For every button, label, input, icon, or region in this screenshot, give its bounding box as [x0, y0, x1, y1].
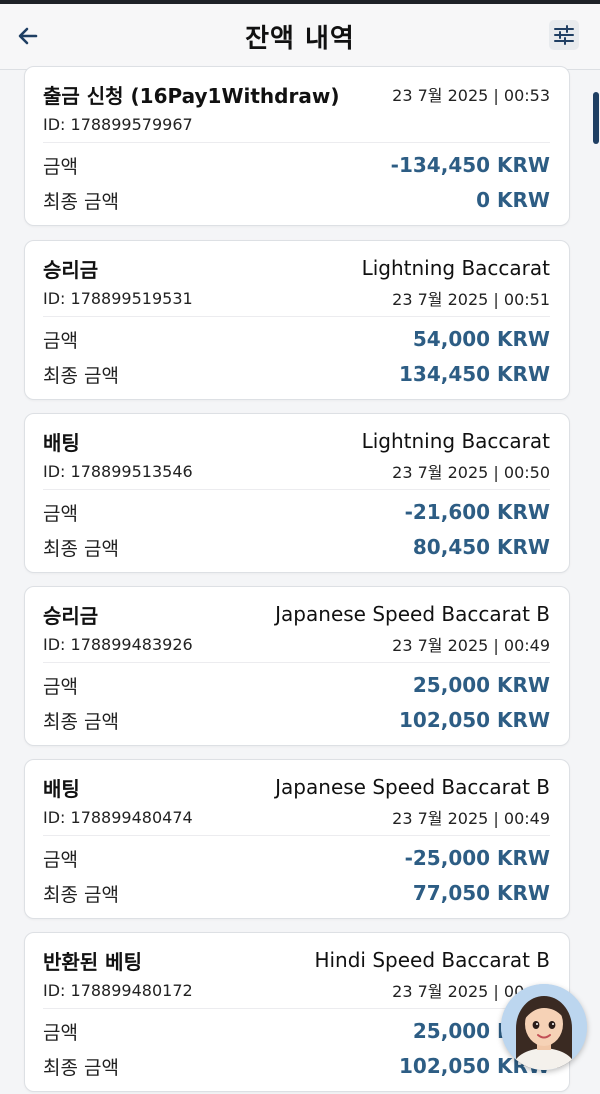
- transaction-date: 23 7월 2025 | 00:50: [392, 463, 550, 482]
- sliders-icon: [554, 25, 574, 45]
- transaction-type: 반환된 베팅: [43, 949, 142, 974]
- card-divider: [43, 489, 550, 490]
- transaction-type: 승리금: [43, 603, 99, 628]
- transaction-id: ID: 178899519531: [43, 288, 193, 308]
- game-name: Hindi Speed Baccarat B: [314, 948, 550, 972]
- app-header: 잔액 내역: [0, 4, 600, 70]
- amount-label: 금액: [43, 1021, 78, 1044]
- amount-label: 금액: [43, 675, 78, 698]
- assistant-avatar-button[interactable]: [501, 984, 587, 1070]
- amount-value: 54,000 KRW: [412, 327, 550, 351]
- amount-label: 금액: [43, 329, 78, 352]
- amount-label: 금액: [43, 155, 78, 178]
- arrow-left-icon: [18, 27, 38, 45]
- amount-label: 금액: [43, 502, 78, 525]
- game-name: Lightning Baccarat: [361, 429, 550, 453]
- transaction-type: 배팅: [43, 776, 80, 801]
- scrollbar-thumb[interactable]: [593, 92, 599, 144]
- transaction-date: 23 7월 2025 | 00:51: [392, 290, 550, 309]
- transaction-card[interactable]: 승리금 Lightning Baccarat ID: 178899519531 …: [24, 240, 570, 400]
- transaction-type: 배팅: [43, 430, 80, 455]
- transaction-card[interactable]: 승리금 Japanese Speed Baccarat B ID: 178899…: [24, 586, 570, 746]
- transaction-card[interactable]: 배팅 Japanese Speed Baccarat B ID: 1788994…: [24, 759, 570, 919]
- transaction-id: ID: 178899483926: [43, 634, 193, 654]
- card-divider: [43, 316, 550, 317]
- card-divider: [43, 662, 550, 663]
- final-amount-label: 최종 금액: [43, 190, 119, 213]
- transaction-id: ID: 178899579967: [43, 114, 193, 134]
- page-title: 잔액 내역: [245, 24, 355, 54]
- final-amount-value: 77,050 KRW: [412, 881, 550, 905]
- final-amount-value: 80,450 KRW: [412, 535, 550, 559]
- back-button[interactable]: [10, 18, 46, 54]
- transaction-card[interactable]: 배팅 Lightning Baccarat ID: 178899513546 2…: [24, 413, 570, 573]
- card-divider: [43, 1008, 550, 1009]
- final-amount-label: 최종 금액: [43, 710, 119, 733]
- amount-value: -21,600 KRW: [404, 500, 550, 524]
- filter-button[interactable]: [549, 20, 579, 50]
- amount-value: -134,450 KRW: [390, 153, 550, 177]
- amount-label: 금액: [43, 848, 78, 871]
- transaction-type: 승리금: [43, 257, 99, 282]
- amount-value: -25,000 KRW: [404, 846, 550, 870]
- transaction-date: 23 7월 2025 | 00:53: [392, 86, 550, 105]
- transaction-id: ID: 178899480172: [43, 980, 193, 1000]
- game-name: Lightning Baccarat: [361, 256, 550, 280]
- card-divider: [43, 835, 550, 836]
- final-amount-label: 최종 금액: [43, 364, 119, 387]
- final-amount-label: 최종 금액: [43, 537, 119, 560]
- final-amount-value: 0 KRW: [476, 188, 550, 212]
- transaction-date: 23 7월 2025 | 00:49: [392, 809, 550, 828]
- amount-value: 25,000 KRW: [412, 673, 550, 697]
- transaction-id: ID: 178899513546: [43, 461, 193, 481]
- transaction-card[interactable]: 반환된 베팅 Hindi Speed Baccarat B ID: 178899…: [24, 932, 570, 1092]
- final-amount-value: 102,050 KRW: [398, 708, 550, 732]
- transaction-type: 출금 신청 (16Pay1Withdraw): [43, 83, 340, 108]
- final-amount-value: 134,450 KRW: [398, 362, 550, 386]
- assistant-avatar-icon: [501, 984, 587, 1070]
- card-divider: [43, 142, 550, 143]
- transaction-card[interactable]: 출금 신청 (16Pay1Withdraw) 23 7월 2025 | 00:5…: [24, 66, 570, 226]
- final-amount-label: 최종 금액: [43, 883, 119, 906]
- game-name: Japanese Speed Baccarat B: [275, 775, 550, 799]
- transaction-date: 23 7월 2025 | 00:49: [392, 636, 550, 655]
- transaction-id: ID: 178899480474: [43, 807, 193, 827]
- game-name: Japanese Speed Baccarat B: [275, 602, 550, 626]
- final-amount-label: 최종 금액: [43, 1056, 119, 1079]
